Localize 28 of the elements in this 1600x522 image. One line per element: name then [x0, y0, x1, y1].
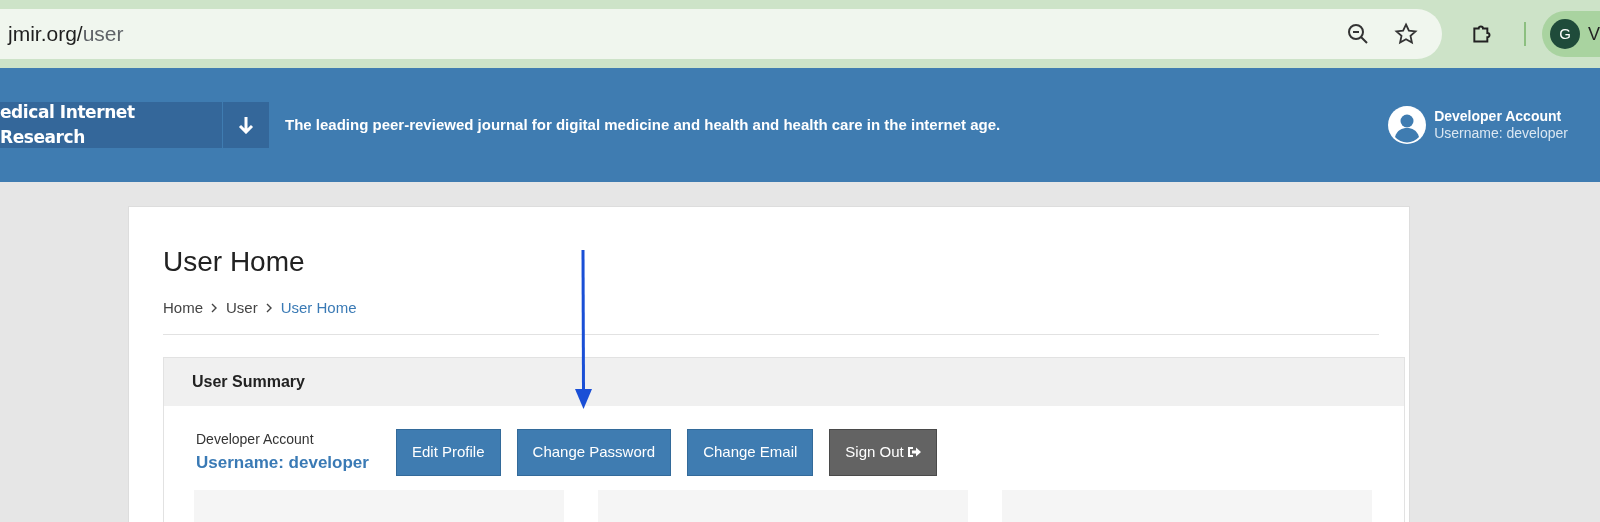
breadcrumb-link[interactable]: User — [226, 297, 258, 320]
breadcrumb-link[interactable]: User Home — [280, 297, 357, 320]
profile-avatar: G — [1550, 19, 1580, 49]
account-name: Developer Account — [1434, 107, 1563, 125]
menu-toggle-button[interactable] — [223, 102, 269, 148]
account-label: Developer Account — [196, 429, 315, 449]
chevron-icon — [211, 303, 218, 314]
url-text: jmir.org/user — [8, 21, 125, 48]
chevron-icon — [265, 303, 273, 314]
profile-chip[interactable]: G V — [1542, 11, 1600, 57]
breadcrumb-link[interactable]: Home — [163, 297, 203, 320]
address-bar[interactable]: jmir.org/user — [0, 9, 1442, 59]
profile-name: V — [1588, 22, 1600, 46]
down-arrow-icon — [238, 116, 254, 134]
sign-out-icon — [907, 446, 921, 458]
journal-title[interactable]: edical Internet Research — [0, 102, 222, 148]
action-button[interactable]: Edit Profile — [396, 428, 501, 476]
zoom-out-icon[interactable] — [1346, 22, 1370, 46]
action-button[interactable]: Change Email — [687, 428, 814, 476]
star-icon[interactable] — [1394, 22, 1418, 46]
tagline: The leading peer-reviewed journal for digital medicine and health and health care in the internet age. — [285, 114, 1001, 135]
panel-title: User Summary — [192, 371, 305, 392]
action-button[interactable]: Sign Out — [829, 428, 937, 476]
page-title: User Home — [163, 245, 306, 279]
username-link[interactable]: Username: developer — [196, 449, 396, 476]
action-button[interactable]: Change Password — [516, 428, 672, 476]
account-username: Username: developer — [1434, 125, 1568, 143]
user-avatar-icon[interactable] — [1388, 106, 1427, 144]
